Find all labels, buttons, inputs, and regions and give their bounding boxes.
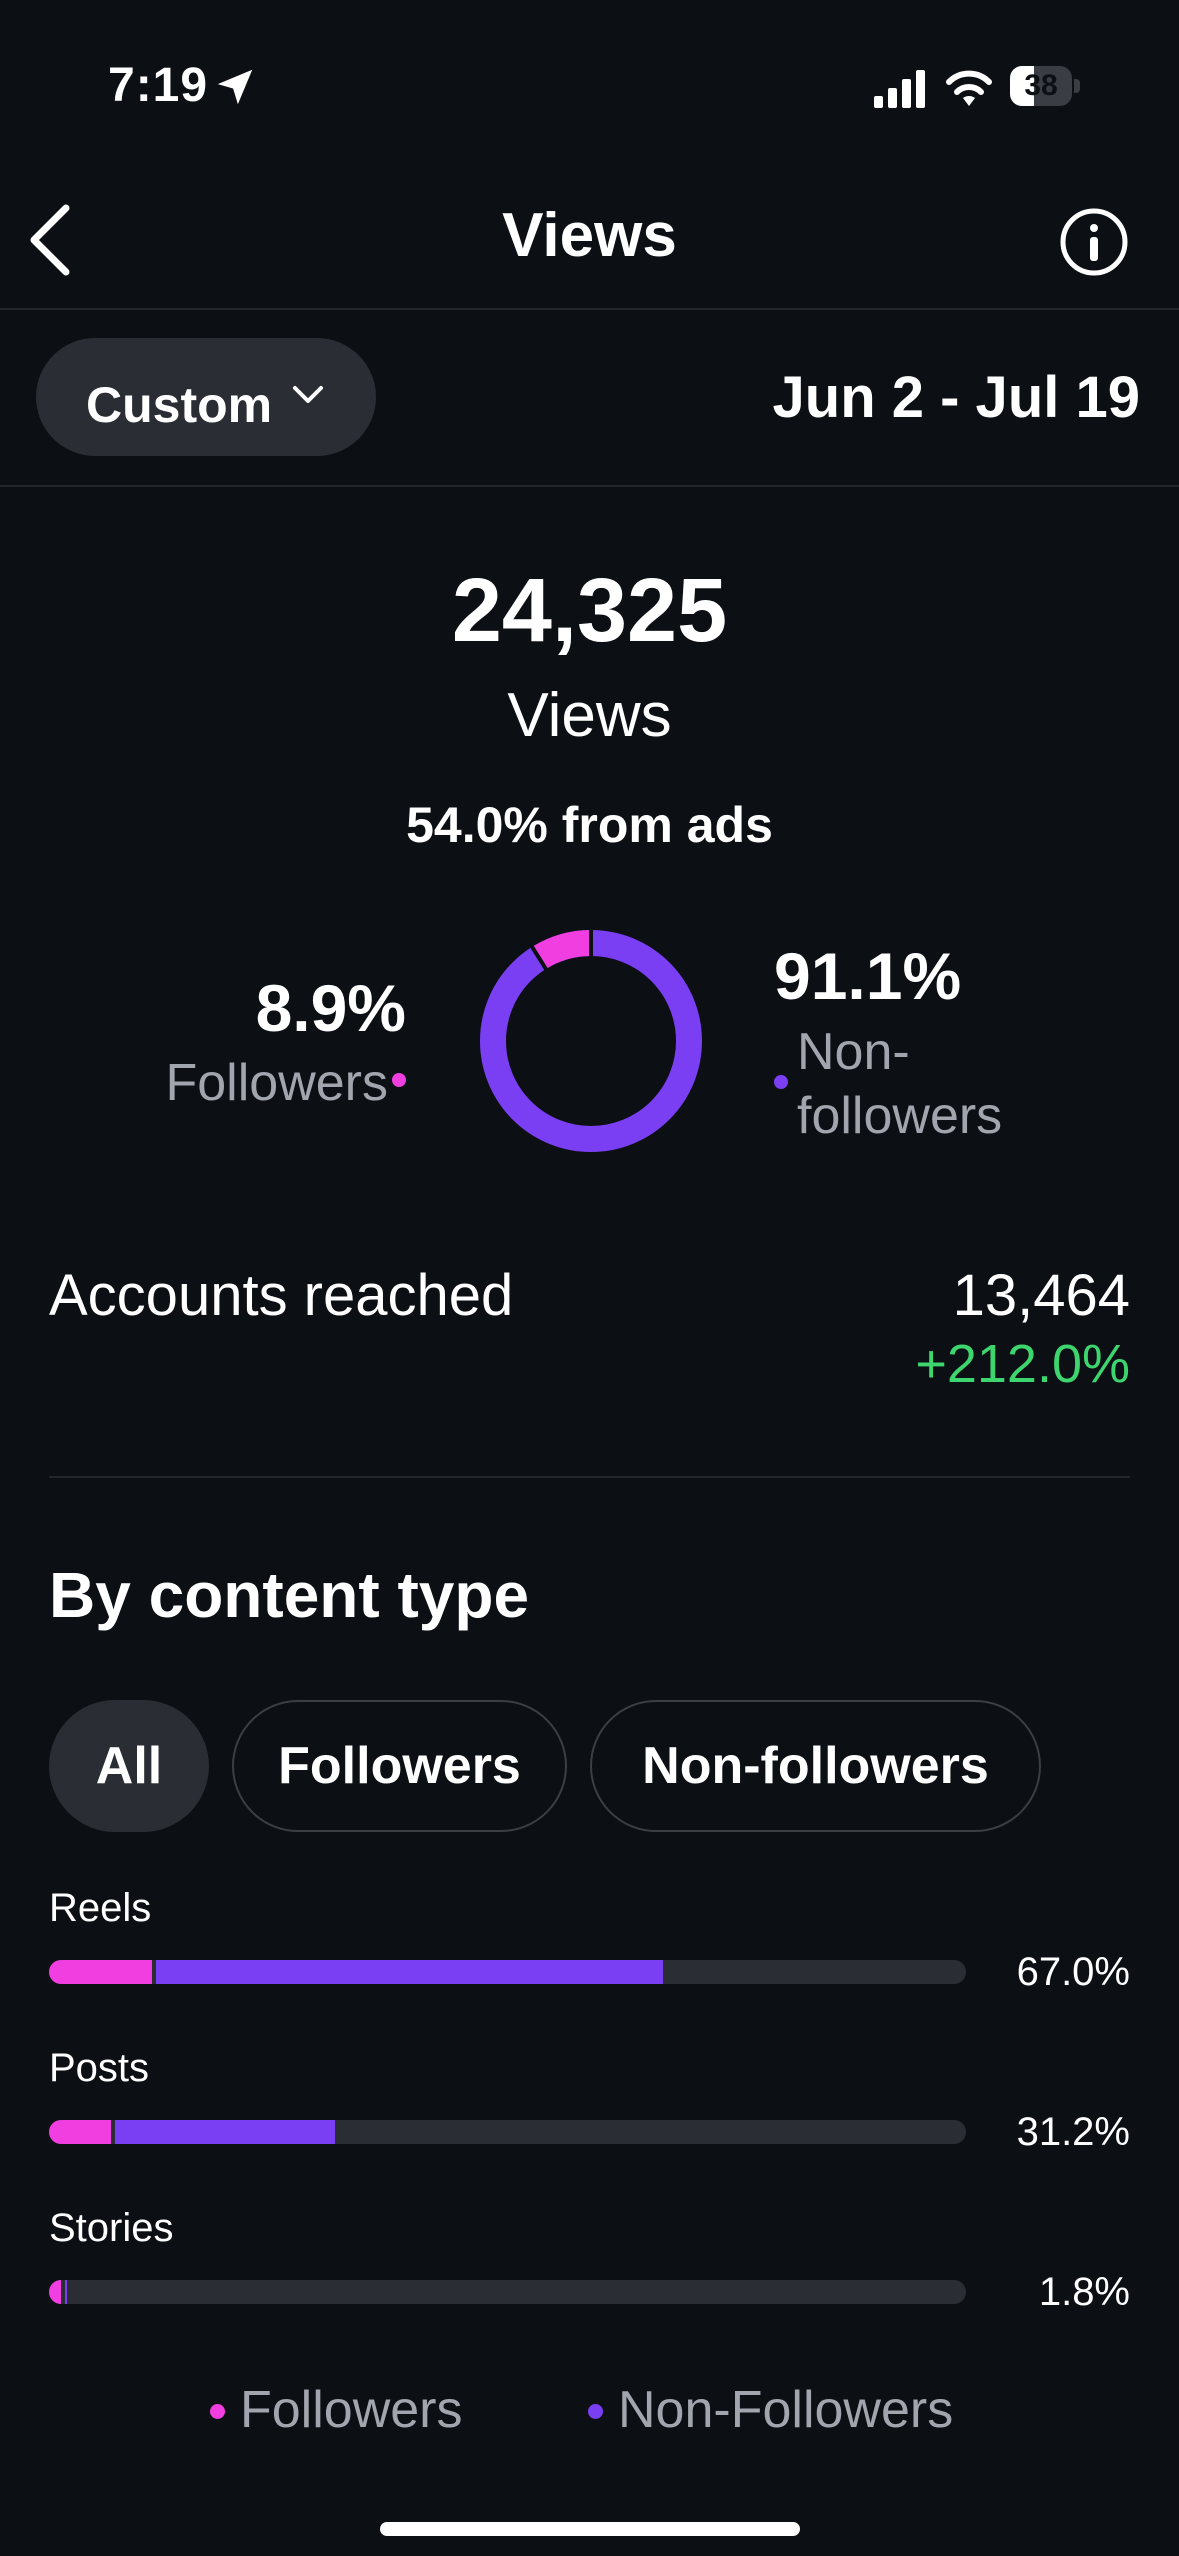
views-total: 24,325	[451, 561, 728, 661]
wifi-icon	[946, 70, 992, 106]
bar-track-posts	[49, 2120, 966, 2144]
bar-track-stories	[49, 2280, 966, 2304]
range-divider	[0, 485, 1179, 487]
legend-followers-dot	[210, 2404, 225, 2419]
bar-segment-followers	[49, 1960, 152, 1984]
accounts-reached-value: 13,464	[952, 1263, 1130, 1328]
nonfollowers-dot	[774, 1075, 788, 1089]
followers-donut-chart	[480, 928, 702, 1152]
legend-followers-label: Followers	[240, 2381, 463, 2439]
accounts-reached-change: +212.0%	[915, 1334, 1130, 1394]
followers-percent: 8.9%	[255, 971, 406, 1045]
bar-label-stories: Stories	[49, 2206, 174, 2250]
content-type-title: By content type	[49, 1559, 530, 1631]
bar-label-posts: Posts	[49, 2046, 150, 2090]
bar-segment-nonfollowers	[64, 2280, 67, 2304]
legend-nonfollowers-label: Non-Followers	[618, 2381, 954, 2439]
nonfollowers-percent: 91.1%	[774, 939, 962, 1013]
bar-segment-followers	[49, 2120, 112, 2144]
bar-percent-reels: 67.0%	[1016, 1950, 1130, 1994]
filter-chip-all[interactable]: All	[49, 1700, 209, 1832]
status-time: 7:19	[108, 59, 209, 112]
legend-nonfollowers-dot	[588, 2404, 603, 2419]
nonfollowers-label: Non-followers	[797, 1023, 1003, 1145]
section-divider	[49, 1476, 1130, 1478]
followers-dot	[392, 1073, 406, 1087]
info-circle-icon[interactable]	[1058, 206, 1130, 278]
page-title: Views	[502, 201, 677, 270]
views-label: Views	[507, 681, 672, 750]
chevron-down-icon	[293, 386, 323, 403]
date-range-text: Jun 2 - Jul 19	[772, 365, 1140, 430]
home-indicator[interactable]	[380, 2522, 800, 2536]
battery-indicator: 38	[1010, 66, 1080, 106]
header-divider	[0, 308, 1179, 310]
location-arrow-icon	[217, 69, 253, 105]
filter-chip-followers[interactable]: Followers	[232, 1700, 567, 1832]
bar-segment-nonfollowers	[155, 1960, 664, 1984]
filter-chip-nonfollowers[interactable]: Non-followers	[590, 1700, 1041, 1832]
bar-percent-posts: 31.2%	[1016, 2110, 1130, 2154]
ads-share-text: 54.0% from ads	[406, 797, 773, 853]
date-range-selector-label: Custom	[86, 377, 273, 433]
date-range-selector[interactable]: Custom	[36, 338, 376, 456]
battery-percent: 38	[1024, 69, 1058, 102]
bar-label-reels: Reels	[49, 1886, 152, 1930]
bar-track-reels	[49, 1960, 966, 1984]
cellular-signal-icon	[874, 70, 925, 108]
donut-segment-followers	[480, 930, 702, 1152]
bar-segment-followers	[49, 2280, 61, 2304]
bar-segment-nonfollowers	[115, 2120, 336, 2144]
followers-label: Followers	[165, 1054, 389, 1112]
accounts-reached-label: Accounts reached	[49, 1263, 514, 1328]
bar-percent-stories: 1.8%	[1038, 2270, 1130, 2314]
donut-segment-nonfollowers	[480, 930, 702, 1152]
